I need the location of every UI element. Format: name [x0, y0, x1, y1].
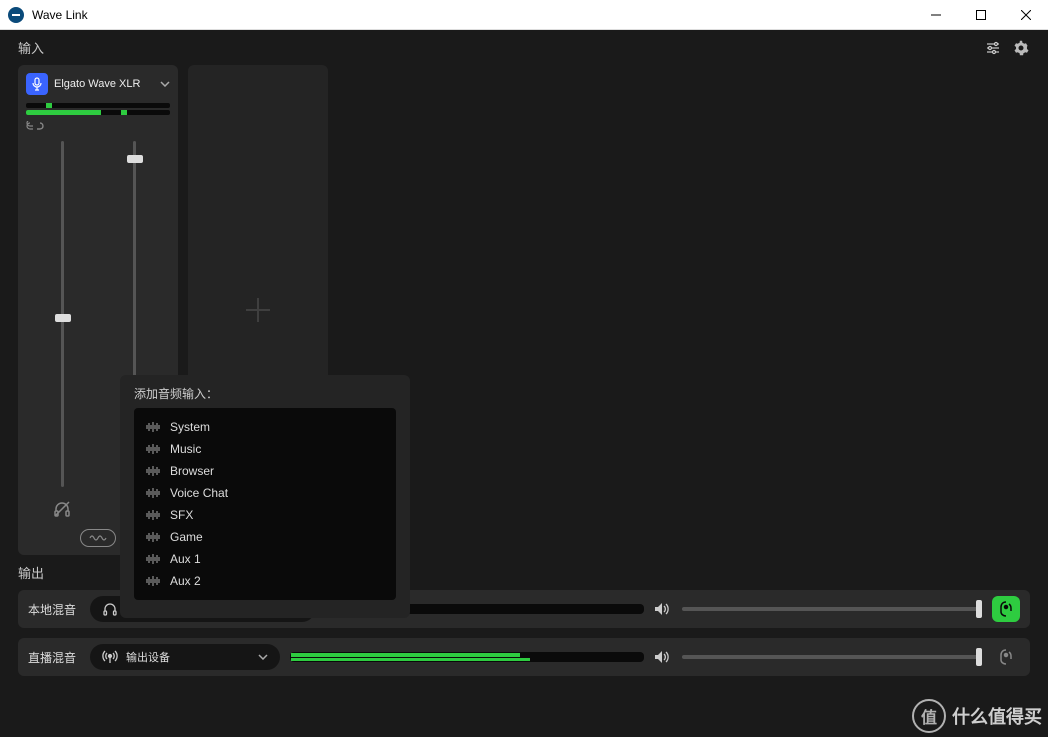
popup-title: 添加音频输入：: [134, 385, 396, 402]
item-label: Browser: [170, 464, 214, 478]
stream-monitor-button[interactable]: [992, 644, 1020, 670]
watermark: 值 什么值得买: [912, 699, 1042, 733]
input-device-name: Elgato Wave XLR: [54, 78, 154, 90]
headphones-mute-icon[interactable]: [50, 497, 74, 521]
popup-item-sfx[interactable]: SFX: [146, 504, 384, 526]
item-label: Aux 1: [170, 552, 201, 566]
titlebar: Wave Link: [0, 0, 1048, 30]
link-channels-icon[interactable]: [26, 121, 170, 131]
popup-item-aux1[interactable]: Aux 1: [146, 548, 384, 570]
speaker-icon[interactable]: [654, 602, 672, 616]
watermark-text: 什么值得买: [952, 703, 1042, 729]
minimize-button[interactable]: [913, 0, 958, 30]
item-label: Voice Chat: [170, 486, 228, 500]
add-input-popup: 添加音频输入： System Music Browser Voice Chat …: [120, 375, 410, 618]
monitor-volume-slider[interactable]: [53, 141, 71, 487]
input-level-meter: [26, 103, 170, 115]
input-section-label: 输入: [18, 38, 44, 57]
plus-icon: [238, 290, 278, 330]
gear-icon[interactable]: [1012, 39, 1030, 57]
waveform-icon: [146, 444, 160, 454]
effects-button[interactable]: [80, 529, 116, 547]
app-icon: [8, 7, 24, 23]
app-body: 输入 Elgato Wave XLR: [0, 30, 1048, 737]
chevron-down-icon: [258, 654, 268, 660]
watermark-badge: 值: [912, 699, 946, 733]
waveform-icon: [146, 576, 160, 586]
stream-volume-slider[interactable]: [682, 655, 982, 659]
window-title: Wave Link: [32, 8, 88, 22]
popup-item-aux2[interactable]: Aux 2: [146, 570, 384, 592]
headphones-icon: [102, 602, 118, 616]
popup-list: System Music Browser Voice Chat SFX Game…: [134, 408, 396, 600]
local-monitor-button[interactable]: [992, 596, 1020, 622]
close-button[interactable]: [1003, 0, 1048, 30]
stream-mix-row: 直播混音 输出设备: [18, 638, 1030, 676]
item-label: SFX: [170, 508, 193, 522]
stream-level-meter: [290, 652, 644, 662]
stream-device-selector[interactable]: 输出设备: [90, 644, 280, 670]
meter-r: [26, 110, 101, 115]
item-label: System: [170, 420, 210, 434]
input-header: 输入: [0, 30, 1048, 65]
stream-device-name: 输出设备: [126, 649, 250, 665]
input-device-selector[interactable]: Elgato Wave XLR: [26, 73, 170, 95]
popup-item-game[interactable]: Game: [146, 526, 384, 548]
waveform-icon: [146, 488, 160, 498]
waveform-icon: [146, 532, 160, 542]
popup-item-music[interactable]: Music: [146, 438, 384, 460]
waveform-icon: [146, 510, 160, 520]
popup-item-browser[interactable]: Browser: [146, 460, 384, 482]
item-label: Music: [170, 442, 201, 456]
broadcast-icon: [102, 650, 118, 664]
window-controls: [913, 0, 1048, 30]
item-label: Game: [170, 530, 203, 544]
item-label: Aux 2: [170, 574, 201, 588]
local-mix-label: 本地混音: [28, 601, 80, 618]
mixer-settings-icon[interactable]: [984, 39, 1002, 57]
local-volume-slider[interactable]: [682, 607, 982, 611]
waveform-icon: [146, 554, 160, 564]
waveform-icon: [146, 422, 160, 432]
waveform-icon: [146, 466, 160, 476]
popup-item-voice-chat[interactable]: Voice Chat: [146, 482, 384, 504]
maximize-button[interactable]: [958, 0, 1003, 30]
microphone-icon: [26, 73, 48, 95]
chevron-down-icon: [160, 81, 170, 87]
popup-item-system[interactable]: System: [146, 416, 384, 438]
stream-mix-label: 直播混音: [28, 649, 80, 666]
speaker-icon[interactable]: [654, 650, 672, 664]
